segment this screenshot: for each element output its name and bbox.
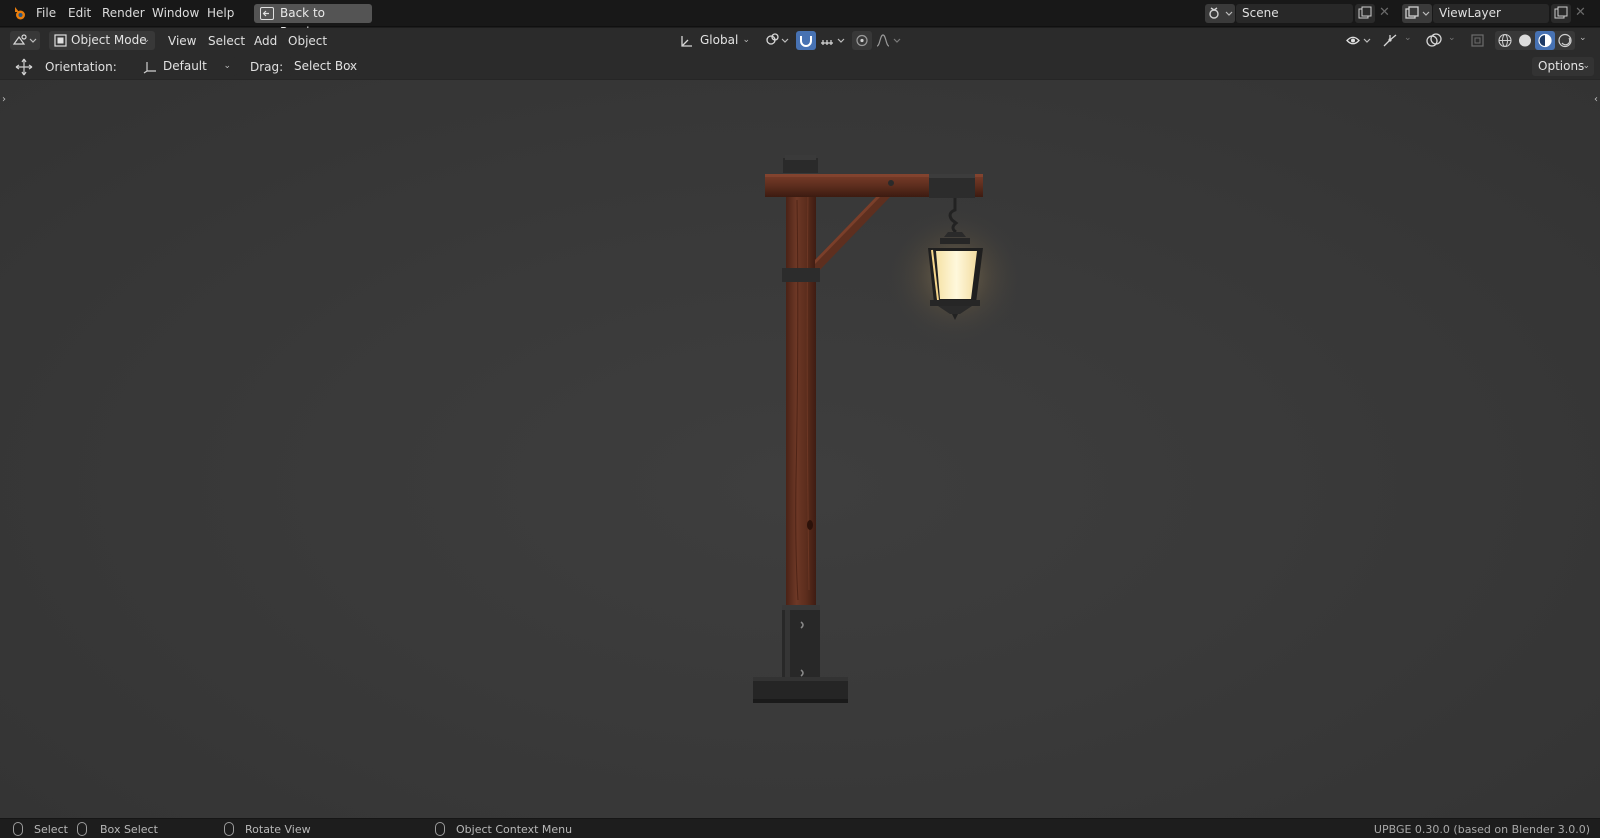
proportional-editing-toggle[interactable] xyxy=(852,31,872,50)
top-menubar: File Edit Render Window Help Back to Pre… xyxy=(0,0,1600,39)
duplicate-icon xyxy=(1554,6,1568,19)
status-rotate-view: Rotate View xyxy=(245,823,311,836)
overlays-dropdown-chevron-icon[interactable]: ⌄ xyxy=(1448,33,1456,43)
rendered-shading-button[interactable] xyxy=(1555,31,1575,50)
status-context-menu: Object Context Menu xyxy=(456,823,573,836)
scene-name-field[interactable]: Scene xyxy=(1236,4,1353,23)
mouse-left-icon xyxy=(13,822,23,836)
solid-sphere-icon xyxy=(1519,34,1531,47)
drag-label: Drag: xyxy=(250,60,284,74)
scene-browse-button[interactable] xyxy=(1205,4,1235,23)
menu-help[interactable]: Help xyxy=(207,6,234,20)
menu-render[interactable]: Render xyxy=(102,6,145,20)
rendered-sphere-icon xyxy=(1558,33,1572,48)
chevron-down-icon: ⌄ xyxy=(223,61,231,71)
3d-viewport[interactable]: › ‹ xyxy=(0,80,1600,818)
chevron-down-icon: ⌄ xyxy=(742,35,750,45)
xray-icon xyxy=(1471,34,1484,47)
object-mode-icon xyxy=(54,34,67,47)
menu-file[interactable]: File xyxy=(36,6,56,20)
delete-scene-icon[interactable]: ✕ xyxy=(1379,5,1390,20)
pivot-point-button[interactable] xyxy=(762,31,792,50)
visibility-dropdown[interactable] xyxy=(1344,31,1374,50)
transform-orientation-dropdown[interactable]: Global ⌄ xyxy=(676,31,754,50)
pole-band xyxy=(782,268,820,282)
menu-object[interactable]: Object xyxy=(288,34,327,48)
render-layers-icon xyxy=(1405,6,1430,19)
version-label: UPBGE 0.30.0 (based on Blender 3.0.0) xyxy=(1373,823,1590,836)
orientation-global-icon xyxy=(681,36,692,47)
orientation-value: Default xyxy=(163,59,207,73)
viewport-icon xyxy=(12,34,37,45)
diagonal-brace xyxy=(815,197,890,275)
pivot-icon xyxy=(766,33,789,45)
snap-target-dropdown[interactable] xyxy=(818,31,848,50)
editor-type-button[interactable] xyxy=(10,31,40,50)
gizmo-dropdown-chevron-icon[interactable]: ⌄ xyxy=(1404,33,1412,43)
mouse-middle-icon xyxy=(224,822,234,836)
options-label: Options xyxy=(1538,59,1585,73)
orientation-dropdown[interactable]: Default ⌄ xyxy=(138,57,237,76)
transform-axes-icon xyxy=(143,62,156,74)
eye-icon xyxy=(1346,36,1371,45)
lamp-post-model[interactable] xyxy=(0,80,1600,818)
options-dropdown[interactable]: Options ⌄ xyxy=(1532,57,1594,76)
wireframe-shading-button[interactable] xyxy=(1495,31,1515,50)
viewport-header: Object Mode ⌄ View Select Add Object Glo… xyxy=(0,28,1600,53)
magnet-icon xyxy=(800,36,812,47)
shading-options-chevron-icon[interactable]: ⌄ xyxy=(1579,33,1587,43)
falloff-dropdown[interactable] xyxy=(874,31,904,50)
xray-toggle[interactable] xyxy=(1468,31,1488,50)
status-box-select: Box Select xyxy=(100,823,158,836)
chevron-down-icon: ⌄ xyxy=(348,61,356,71)
orientation-label: Orientation: xyxy=(45,60,117,74)
tool-settings-bar: Orientation: Default ⌄ Drag: Select Box … xyxy=(0,53,1600,80)
menu-edit[interactable]: Edit xyxy=(68,6,91,20)
falloff-curve-icon xyxy=(876,34,901,47)
gizmo-icon xyxy=(1383,34,1397,47)
scene-icon xyxy=(1209,7,1233,19)
back-arrow-icon xyxy=(260,7,274,20)
overlays-toggle[interactable] xyxy=(1424,31,1444,50)
wireframe-sphere-icon xyxy=(1498,33,1512,48)
snap-increment-icon xyxy=(821,38,845,45)
gizmo-toggle[interactable] xyxy=(1380,31,1400,50)
material-sphere-icon xyxy=(1538,33,1552,48)
mode-dropdown[interactable]: Object Mode ⌄ xyxy=(49,31,155,50)
mouse-right-icon xyxy=(435,822,445,836)
blender-logo-icon[interactable] xyxy=(12,5,26,21)
orientation-label: Global xyxy=(700,33,739,47)
status-select: Select xyxy=(34,823,68,836)
delete-viewlayer-icon[interactable]: ✕ xyxy=(1575,5,1586,20)
menu-view[interactable]: View xyxy=(168,34,196,48)
mouse-drag-icon xyxy=(77,822,87,836)
snap-toggle[interactable] xyxy=(796,31,816,50)
chevron-down-icon: ⌄ xyxy=(1582,61,1590,71)
menu-window[interactable]: Window xyxy=(152,6,199,20)
wooden-pole xyxy=(786,175,816,605)
drag-dropdown[interactable]: Select Box ⌄ xyxy=(288,57,360,76)
material-preview-shading-button[interactable] xyxy=(1535,31,1555,50)
viewlayer-name-field[interactable]: ViewLayer xyxy=(1433,4,1549,23)
menu-select[interactable]: Select xyxy=(208,34,245,48)
move-tool-icon[interactable] xyxy=(14,57,34,77)
lantern-glass xyxy=(936,251,977,299)
duplicate-icon xyxy=(1358,6,1372,19)
solid-shading-button[interactable] xyxy=(1515,31,1535,50)
back-to-previous-button[interactable]: Back to Previous xyxy=(254,4,372,39)
new-viewlayer-button[interactable] xyxy=(1551,4,1571,23)
mode-label: Object Mode xyxy=(71,33,147,47)
new-scene-button[interactable] xyxy=(1355,4,1375,23)
pole-cap xyxy=(783,158,818,173)
overlays-icon xyxy=(1426,33,1442,47)
proportional-edit-icon xyxy=(856,34,868,47)
chevron-down-icon: ⌄ xyxy=(142,35,150,45)
viewlayer-browse-button[interactable] xyxy=(1402,4,1432,23)
menu-add[interactable]: Add xyxy=(254,34,277,48)
status-bar: Select Box Select Rotate View Object Con… xyxy=(0,818,1600,838)
